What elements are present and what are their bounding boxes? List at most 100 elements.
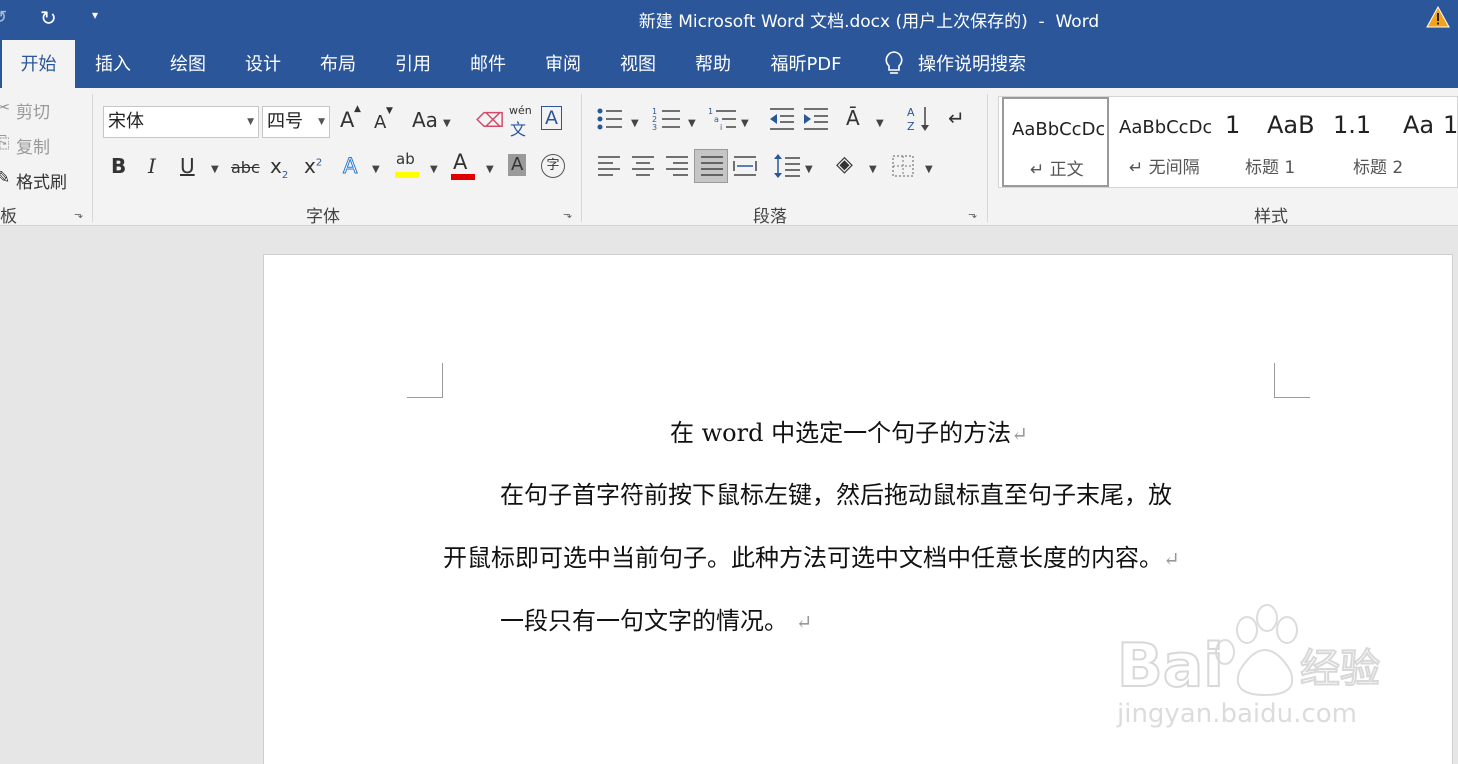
- style-heading-1[interactable]: 1 AaB 标题 1: [1219, 97, 1327, 187]
- shrink-font-button[interactable]: A: [374, 112, 386, 133]
- svg-text:Bai: Bai: [1117, 631, 1224, 701]
- subscript-button[interactable]: x2: [270, 154, 288, 181]
- italic-button[interactable]: I: [148, 154, 156, 178]
- tab-review[interactable]: 审阅: [530, 40, 596, 88]
- bold-button[interactable]: B: [111, 154, 126, 178]
- superscript-button[interactable]: x2: [304, 154, 322, 178]
- bullets-icon[interactable]: [596, 106, 624, 132]
- paragraph-group-label: 段落: [753, 207, 787, 227]
- chevron-down-icon[interactable]: ▼: [430, 164, 438, 175]
- font-color-swatch: [451, 174, 475, 180]
- change-case-button[interactable]: Aa: [412, 108, 438, 132]
- tab-mailings[interactable]: 邮件: [455, 40, 521, 88]
- line-spacing-icon[interactable]: [773, 152, 801, 180]
- tab-references[interactable]: 引用: [380, 40, 446, 88]
- style-normal[interactable]: AaBbCcDc ↵ 正文: [1002, 97, 1109, 187]
- chevron-down-icon[interactable]: ▼: [631, 118, 639, 129]
- justify-button[interactable]: [694, 149, 728, 183]
- numbering-icon[interactable]: 123: [652, 106, 682, 132]
- svg-text:A: A: [907, 106, 915, 119]
- chevron-down-icon: ▼: [247, 117, 254, 127]
- highlight-color-swatch: [395, 172, 419, 178]
- chevron-down-icon[interactable]: ▼: [805, 164, 813, 175]
- distributed-icon[interactable]: [733, 154, 757, 178]
- grow-font-button[interactable]: A: [340, 108, 354, 132]
- format-painter-button[interactable]: 格式刷: [16, 168, 67, 193]
- decrease-indent-icon[interactable]: [768, 106, 796, 132]
- chevron-down-icon[interactable]: ▼: [869, 164, 877, 175]
- tab-foxit-pdf[interactable]: 福昕PDF: [760, 40, 852, 88]
- ribbon: ✂ 剪切 ⎘ 复制 ✎ 格式刷 板 ⬎ 宋体 ▼ 四号 ▼ A ▲ A ▼ Aa ▼…: [0, 88, 1458, 227]
- document-title[interactable]: 在 word 中选定一个句子的方法↵: [670, 413, 1028, 448]
- tab-design[interactable]: 设计: [230, 40, 296, 88]
- font-group-label: 字体: [306, 207, 340, 227]
- cut-button[interactable]: 剪切: [16, 98, 50, 123]
- style-heading-2[interactable]: 1.1 Aa 标题 2: [1329, 97, 1441, 187]
- tab-layout[interactable]: 布局: [305, 40, 371, 88]
- enclose-char-button[interactable]: 字: [541, 154, 565, 178]
- paragraph-2[interactable]: 一段只有一句文字的情况。 ↵: [500, 601, 812, 636]
- align-right-icon[interactable]: [665, 154, 689, 178]
- sort-icon[interactable]: AZ: [906, 104, 932, 134]
- char-shading-button[interactable]: A: [508, 154, 527, 176]
- chevron-down-icon[interactable]: ▼: [688, 118, 696, 129]
- char-border-button[interactable]: A: [541, 106, 562, 130]
- lightbulb-icon[interactable]: [882, 50, 906, 78]
- warning-icon[interactable]: [1426, 6, 1450, 28]
- styles-gallery: AaBbCcDc ↵ 正文 AaBbCcDc ↵ 无间隔 1 AaB 标题 1 …: [998, 96, 1458, 188]
- chevron-down-icon[interactable]: ▼: [211, 164, 219, 175]
- align-left-icon[interactable]: [597, 154, 621, 178]
- margin-corner-top-left: [407, 363, 443, 398]
- svg-text:i: i: [720, 123, 722, 132]
- paragraph-1-line-1[interactable]: 在句子首字符前按下鼠标左键，然后拖动鼠标直至句子末尾，放: [500, 475, 1172, 510]
- font-launcher-icon[interactable]: ⬎: [563, 208, 572, 221]
- align-center-icon[interactable]: [631, 154, 655, 178]
- grow-arrow-icon: ▲: [354, 104, 361, 114]
- chevron-down-icon[interactable]: ▼: [443, 118, 451, 129]
- tell-me-search[interactable]: 操作说明搜索: [918, 40, 1038, 88]
- show-marks-icon[interactable]: ↵: [948, 106, 965, 130]
- style-heading-3[interactable]: 1: [1439, 97, 1458, 187]
- copy-button[interactable]: 复制: [16, 133, 50, 158]
- svg-text:Z: Z: [907, 120, 915, 133]
- shading-bucket-icon[interactable]: ◈: [836, 152, 853, 177]
- baidu-jingyan-watermark: Bai 经验 jingyan.baidu.com: [1116, 604, 1381, 729]
- scissors-icon: ✂: [0, 98, 11, 118]
- highlight-button[interactable]: ab: [396, 150, 415, 168]
- shrink-arrow-icon: ▼: [386, 106, 393, 116]
- font-size-combo[interactable]: 四号 ▼: [262, 106, 330, 138]
- chevron-down-icon[interactable]: ▼: [372, 164, 380, 175]
- window-title: 新建 Microsoft Word 文档.docx (用户上次保存的) - Wo…: [638, 12, 1100, 32]
- title-bar: ↺ ↻ ▾ 新建 Microsoft Word 文档.docx (用户上次保存的…: [0, 0, 1458, 40]
- multilevel-list-icon[interactable]: 1ai: [708, 106, 738, 132]
- borders-icon[interactable]: [892, 155, 914, 177]
- chevron-down-icon[interactable]: ▼: [741, 118, 749, 129]
- svg-text:jingyan.baidu.com: jingyan.baidu.com: [1116, 699, 1357, 729]
- paintbrush-icon: ✎: [0, 168, 11, 188]
- chevron-down-icon[interactable]: ▼: [925, 164, 933, 175]
- svg-text:a: a: [714, 115, 719, 124]
- text-effects-button[interactable]: A: [342, 154, 357, 179]
- underline-button[interactable]: U: [180, 154, 195, 178]
- pinyin-guide-button[interactable]: 文: [510, 116, 526, 140]
- tab-home[interactable]: 开始: [2, 40, 75, 88]
- justify-icon: [701, 156, 723, 176]
- paragraph-1-line-2[interactable]: 开鼠标即可选中当前句子。此种方法可选中文档中任意长度的内容。↵: [443, 538, 1180, 573]
- paragraph-launcher-icon[interactable]: ⬎: [968, 208, 977, 221]
- tab-insert[interactable]: 插入: [80, 40, 146, 88]
- chevron-down-icon[interactable]: ▼: [876, 118, 884, 129]
- chinese-layout-icon[interactable]: Ā: [846, 106, 860, 130]
- styles-group-label: 样式: [1254, 207, 1288, 227]
- font-color-button[interactable]: A: [453, 150, 467, 174]
- tab-help[interactable]: 帮助: [680, 40, 746, 88]
- strikethrough-button[interactable]: abc: [231, 158, 260, 177]
- style-no-spacing[interactable]: AaBbCcDc ↵ 无间隔: [1111, 97, 1219, 187]
- clipboard-launcher-icon[interactable]: ⬎: [74, 208, 83, 221]
- increase-indent-icon[interactable]: [802, 106, 830, 132]
- eraser-icon[interactable]: ⌫: [476, 108, 504, 132]
- word-window: ↺ ↻ ▾ 新建 Microsoft Word 文档.docx (用户上次保存的…: [0, 0, 1458, 764]
- chevron-down-icon[interactable]: ▼: [486, 164, 494, 175]
- tab-view[interactable]: 视图: [605, 40, 671, 88]
- font-name-combo[interactable]: 宋体 ▼: [103, 106, 259, 138]
- tab-draw[interactable]: 绘图: [155, 40, 221, 88]
